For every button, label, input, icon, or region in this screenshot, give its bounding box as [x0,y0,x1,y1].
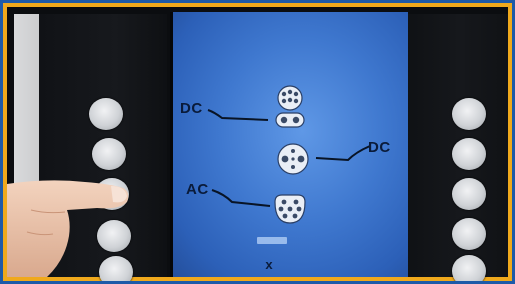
dc-chademo-connector-icon[interactable] [276,142,310,176]
dc-label-right: DC [368,139,391,156]
ac-label: AC [186,181,209,198]
dc-label-top: DC [180,100,203,117]
dc-charging-connector-icon[interactable] [270,84,310,132]
close-icon[interactable]: x [257,257,281,272]
pointing-hand [7,180,129,277]
page-indicator [257,237,287,244]
ac-charging-connector-icon[interactable] [272,192,308,226]
